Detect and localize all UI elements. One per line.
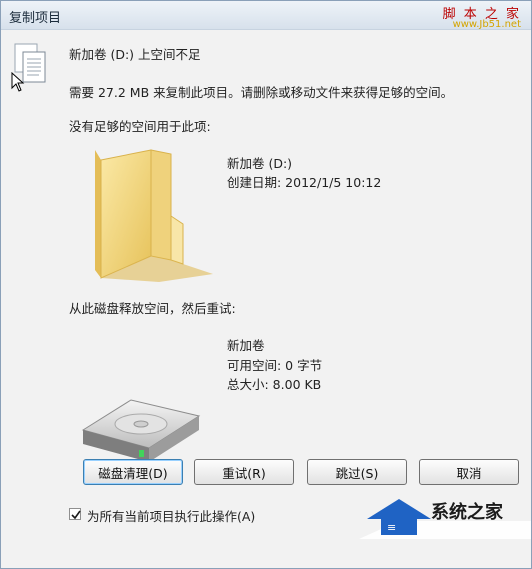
headline-text: 新加卷 (D:) 上空间不足 xyxy=(69,47,201,62)
checkmark-icon xyxy=(71,510,81,520)
drive-name: 新加卷 xyxy=(227,338,265,353)
dialog-content: 新加卷 (D:) 上空间不足 需要 27.2 MB 来复制此项目。请删除或移动文… xyxy=(1,30,531,568)
item-created-date: 创建日期: 2012/1/5 10:12 xyxy=(227,175,382,190)
cancel-button[interactable]: 取消 xyxy=(419,459,519,485)
brand-text: 系统之家 xyxy=(431,502,503,523)
folder-icon[interactable] xyxy=(89,146,213,286)
watermark-url: www.Jb51.net xyxy=(452,19,521,30)
svg-text:≡: ≡ xyxy=(387,521,396,534)
retry-button[interactable]: 重试(R) xyxy=(194,459,294,485)
apply-to-all-label[interactable]: 为所有当前项目执行此操作(A) xyxy=(87,506,255,525)
item-name: 新加卷 (D:) xyxy=(227,156,293,171)
window-title: 复制项目 xyxy=(9,11,62,26)
skip-button[interactable]: 跳过(S) xyxy=(307,459,407,485)
hard-drive-icon[interactable] xyxy=(79,390,203,466)
mouse-pointer-icon xyxy=(11,72,25,92)
drive-available-space: 可用空间: 0 字节 xyxy=(227,358,323,373)
title-bar[interactable]: 复制项目 脚 本 之 家 www.Jb51.net xyxy=(1,1,531,30)
detail-text: 需要 27.2 MB 来复制此项目。请删除或移动文件来获得足够的空间。 xyxy=(69,85,454,100)
copy-item-dialog: 复制项目 脚 本 之 家 www.Jb51.net 新加卷 (D:) 上空间不足… xyxy=(0,0,532,569)
apply-to-all-checkbox[interactable] xyxy=(69,508,81,520)
disk-cleanup-button[interactable]: 磁盘清理(D) xyxy=(83,459,183,485)
items-section-label: 没有足够的空间用于此项: xyxy=(69,119,211,134)
drive-total-size: 总大小: 8.00 KB xyxy=(227,377,322,392)
free-space-section-label: 从此磁盘释放空间，然后重试: xyxy=(69,301,236,316)
